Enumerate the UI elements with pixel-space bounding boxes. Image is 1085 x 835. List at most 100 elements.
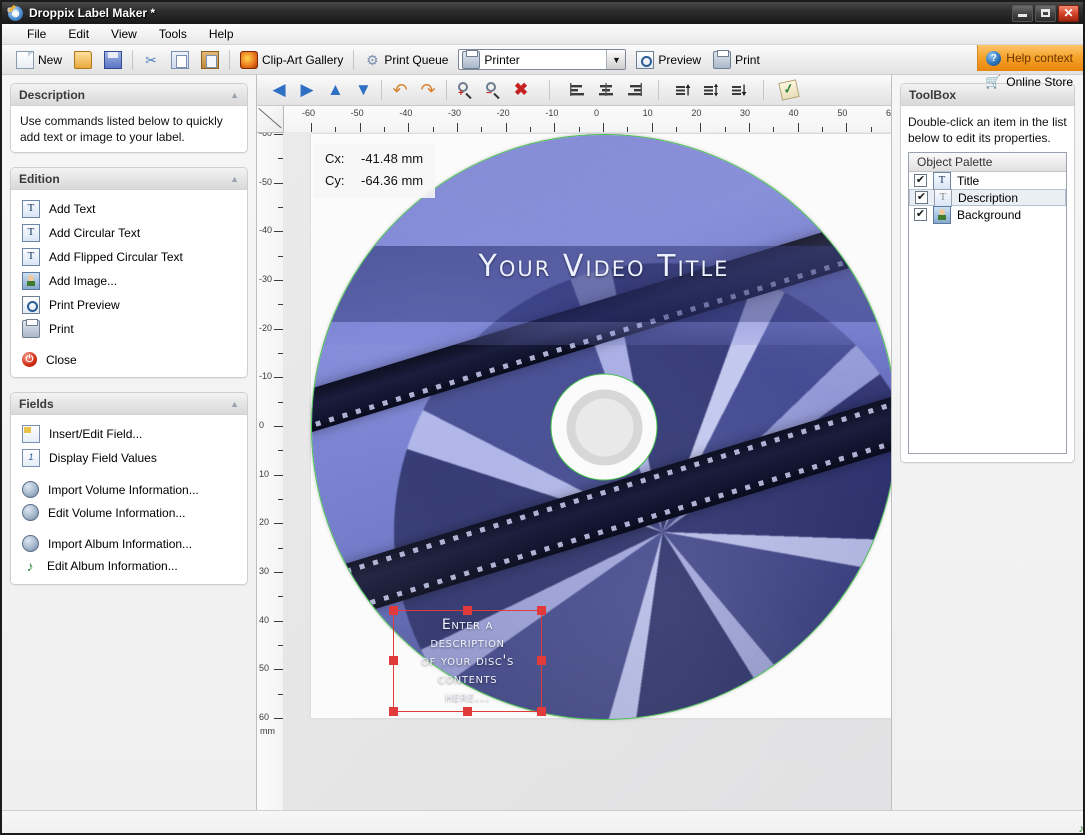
- description-panel-header[interactable]: Description ▲: [11, 84, 247, 106]
- command-import-volume-info[interactable]: Import Volume Information...: [20, 478, 238, 501]
- command-close[interactable]: ⏻ Close: [20, 349, 238, 370]
- command-edit-volume-info[interactable]: Edit Volume Information...: [20, 501, 238, 524]
- validate-button[interactable]: ✓: [774, 78, 804, 102]
- command-add-text[interactable]: T Add Text: [20, 197, 238, 221]
- object-palette-list[interactable]: Object Palette ✔ T Title ✔ T Description: [908, 152, 1067, 454]
- command-edit-album-info[interactable]: ♪ Edit Album Information...: [20, 555, 238, 577]
- toolbar-separator: [353, 49, 355, 70]
- move-right-button[interactable]: ▶: [293, 78, 321, 102]
- ruler-label: 60: [886, 108, 891, 118]
- move-up-button[interactable]: ▲: [321, 78, 349, 102]
- save-button[interactable]: [98, 48, 128, 72]
- command-label: Close: [46, 352, 77, 367]
- copy-button[interactable]: [165, 48, 195, 72]
- list-item-background[interactable]: ✔ Background: [909, 205, 1066, 224]
- collapse-icon[interactable]: ▲: [230, 174, 239, 184]
- ruler-label: 30: [740, 108, 751, 118]
- undo-button[interactable]: ↶: [386, 78, 414, 102]
- horizontal-ruler[interactable]: -60-50-40-30-20-100102030405060mm: [257, 106, 891, 133]
- command-label: Add Text: [49, 202, 96, 216]
- description-panel-title: Description: [19, 87, 86, 102]
- resize-handle-bottom-left[interactable]: [389, 707, 398, 716]
- move-left-button[interactable]: ◀: [265, 78, 293, 102]
- scissors-icon: ✂: [145, 51, 157, 68]
- description-panel: Description ▲ Use commands listed below …: [10, 83, 248, 153]
- print-button[interactable]: Print: [707, 48, 766, 72]
- visibility-checkbox[interactable]: ✔: [914, 208, 927, 221]
- command-print-preview[interactable]: Print Preview: [20, 293, 238, 317]
- description-line: Enter a: [441, 617, 494, 633]
- chevron-down-icon[interactable]: ▼: [606, 50, 626, 69]
- zoom-in-button[interactable]: +: [451, 78, 479, 102]
- visibility-checkbox[interactable]: ✔: [915, 191, 928, 204]
- collapse-icon[interactable]: ▲: [230, 90, 239, 100]
- label-title-text[interactable]: Your Video Title: [312, 249, 891, 284]
- new-button[interactable]: New: [10, 48, 68, 72]
- list-item-title[interactable]: ✔ T Title: [909, 171, 1066, 190]
- menu-item-help[interactable]: Help: [198, 25, 245, 43]
- command-add-image[interactable]: Add Image...: [20, 269, 238, 293]
- paste-button[interactable]: [195, 48, 225, 72]
- list-item-description[interactable]: ✔ T Description: [909, 188, 1066, 207]
- menu-item-view[interactable]: View: [100, 25, 148, 43]
- menu-item-file[interactable]: File: [16, 25, 57, 43]
- cut-button[interactable]: ✂: [137, 48, 165, 72]
- resize-handle-top-right[interactable]: [537, 606, 546, 615]
- command-label: Print: [49, 322, 74, 336]
- command-print[interactable]: Print: [20, 317, 238, 341]
- collapse-icon[interactable]: ▲: [230, 399, 239, 409]
- command-label: Edit Volume Information...: [48, 505, 186, 520]
- help-icon: ?: [986, 50, 1002, 66]
- menu-item-edit[interactable]: Edit: [57, 25, 100, 43]
- display-field-values-icon: 1: [22, 449, 40, 467]
- vertical-ruler[interactable]: -60 -50 -40 -30 -20 -10 0 10 20 30 40 50 60 mm: [257, 106, 284, 810]
- redo-button[interactable]: ↷: [414, 78, 442, 102]
- preview-button[interactable]: Preview: [630, 48, 707, 72]
- menu-item-tools[interactable]: Tools: [148, 25, 198, 43]
- command-import-album-info[interactable]: Import Album Information...: [20, 532, 238, 555]
- zoom-out-button[interactable]: −: [479, 78, 507, 102]
- help-context-button[interactable]: ? Help context: [977, 45, 1083, 71]
- fields-panel-header[interactable]: Fields ▲: [11, 393, 247, 415]
- window-title: Droppix Label Maker *: [29, 6, 156, 20]
- delete-button[interactable]: ✖: [507, 78, 535, 102]
- move-down-button[interactable]: ▼: [349, 78, 377, 102]
- open-button[interactable]: [68, 48, 98, 72]
- resize-handle-middle-right[interactable]: [537, 656, 546, 665]
- resize-handle-top-center[interactable]: [462, 606, 472, 615]
- command-display-field-values[interactable]: 1 Display Field Values: [20, 446, 238, 470]
- align-top-button[interactable]: [669, 78, 697, 102]
- close-button[interactable]: ✕: [1058, 4, 1079, 22]
- command-label: Add Image...: [49, 274, 118, 288]
- align-left-icon: [570, 82, 586, 98]
- edition-panel-header[interactable]: Edition ▲: [11, 168, 247, 190]
- selected-description-object[interactable]: Enter a description of your disc's conte…: [389, 606, 546, 716]
- design-sheet[interactable]: Your Video Title Enter a description of …: [283, 132, 891, 810]
- resize-handle-bottom-right[interactable]: [537, 707, 546, 716]
- command-label: Import Album Information...: [48, 536, 193, 551]
- title-bar: ◉ Droppix Label Maker * ✕: [2, 2, 1083, 24]
- clipart-gallery-button[interactable]: Clip-Art Gallery: [234, 48, 349, 72]
- command-add-flipped-circular-text[interactable]: T Add Flipped Circular Text: [20, 245, 238, 269]
- align-bottom-button[interactable]: [725, 78, 753, 102]
- visibility-checkbox[interactable]: ✔: [914, 174, 927, 187]
- maximize-button[interactable]: [1035, 4, 1056, 22]
- ruler-label: 40: [788, 108, 799, 118]
- resize-handle-bottom-center[interactable]: [462, 707, 472, 716]
- minimize-button[interactable]: [1012, 4, 1033, 22]
- align-center-button[interactable]: [592, 78, 620, 102]
- align-right-button[interactable]: [620, 78, 648, 102]
- ruler-tick: [797, 123, 799, 132]
- print-queue-button[interactable]: ⚙ Print Queue: [358, 48, 454, 72]
- align-middle-button[interactable]: [697, 78, 725, 102]
- command-add-circular-text[interactable]: T Add Circular Text: [20, 221, 238, 245]
- object-palette-header: Object Palette: [909, 153, 1066, 172]
- resize-handle-top-left[interactable]: [389, 606, 398, 615]
- window-controls: ✕: [1012, 4, 1079, 22]
- align-left-button[interactable]: [564, 78, 592, 102]
- command-insert-edit-field[interactable]: Insert/Edit Field...: [20, 422, 238, 446]
- resize-handle-middle-left[interactable]: [389, 656, 398, 665]
- toolbar-separator: [549, 80, 550, 100]
- online-store-button[interactable]: 🛒 Online Store: [977, 71, 1083, 93]
- printer-select[interactable]: Printer ▼: [458, 49, 627, 70]
